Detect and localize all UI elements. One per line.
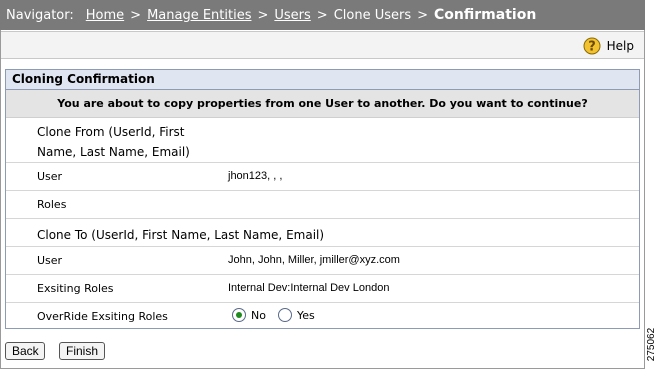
override-no-option[interactable]: No: [232, 308, 266, 322]
from-user-row: User jhon123, , ,: [6, 163, 639, 191]
confirmation-message: You are about to copy properties from on…: [6, 90, 639, 118]
panel-title: Cloning Confirmation: [6, 70, 639, 90]
from-roles-row: Roles: [6, 191, 639, 219]
back-button[interactable]: Back: [5, 342, 45, 360]
override-yes-label: Yes: [296, 308, 315, 322]
breadcrumb-separator: >: [316, 7, 328, 23]
help-button[interactable]: ? Help: [583, 37, 634, 55]
help-label: Help: [606, 39, 634, 53]
existing-roles-row: Exsiting Roles Internal Dev:Internal Dev…: [6, 275, 639, 303]
breadcrumb-separator: >: [417, 7, 429, 23]
breadcrumb-separator: >: [130, 7, 142, 23]
navigator-bar: Navigator: Home > Manage Entities > User…: [0, 0, 645, 30]
breadcrumb-current: Confirmation: [434, 7, 537, 23]
to-user-value: John, John, Miller, jmiller@xyz.com: [228, 254, 400, 266]
existing-roles-value: Internal Dev:Internal Dev London: [228, 282, 390, 294]
override-yes-option[interactable]: Yes: [277, 308, 315, 322]
help-question-icon: ?: [583, 37, 601, 55]
breadcrumb-separator: >: [257, 7, 269, 23]
radio-checked-icon[interactable]: [232, 308, 246, 322]
override-no-label: No: [251, 308, 266, 322]
to-user-row: User John, John, Miller, jmiller@xyz.com: [6, 247, 639, 275]
from-roles-label: Roles: [37, 198, 67, 211]
figure-id-text: 275062: [646, 327, 657, 362]
svg-text:?: ?: [588, 40, 596, 55]
breadcrumb-users[interactable]: Users: [274, 8, 310, 23]
existing-roles-label: Exsiting Roles: [37, 282, 114, 295]
clone-to-heading-row: Clone To (UserId, First Name, Last Name,…: [6, 219, 639, 247]
breadcrumb-manage-entities[interactable]: Manage Entities: [147, 8, 251, 23]
breadcrumb-home[interactable]: Home: [86, 8, 124, 23]
clone-from-heading: Clone From (UserId, First Name, Last Nam…: [37, 125, 190, 159]
clone-to-heading: Clone To (UserId, First Name, Last Name,…: [37, 228, 325, 242]
finish-button[interactable]: Finish: [59, 342, 105, 360]
breadcrumb-clone-users: Clone Users: [333, 7, 412, 23]
figure-id: 275062: [646, 322, 657, 367]
from-user-value: jhon123, , ,: [228, 170, 283, 182]
from-user-label: User: [37, 170, 63, 183]
override-roles-label: OverRide Exsiting Roles: [37, 310, 168, 323]
navigator-prefix: Navigator:: [6, 7, 74, 23]
cloning-confirmation-panel: Cloning Confirmation You are about to co…: [5, 69, 640, 329]
radio-unchecked-icon[interactable]: [277, 308, 292, 322]
override-roles-row: OverRide Exsiting Roles No Yes: [6, 303, 639, 330]
clone-from-heading-row: Clone From (UserId, First Name, Last Nam…: [6, 118, 639, 163]
help-toolbar: ? Help: [1, 31, 644, 59]
override-radio-group: No Yes: [232, 308, 327, 322]
to-user-label: User: [37, 254, 63, 267]
